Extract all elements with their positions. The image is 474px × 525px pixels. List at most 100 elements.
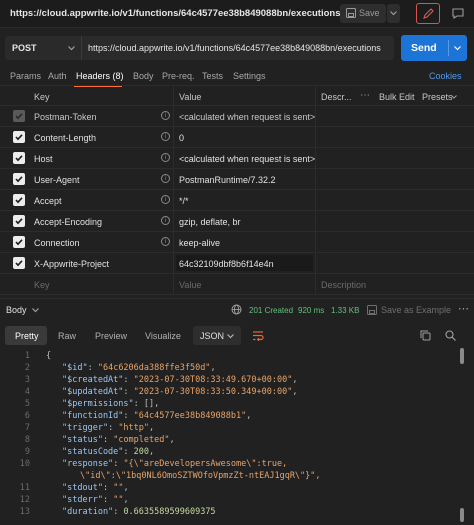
bulk-edit-button[interactable]: Bulk Edit xyxy=(379,92,415,102)
json-value: "http" xyxy=(118,423,150,433)
tab-pre-request[interactable]: Pre-req. xyxy=(162,71,195,81)
header-value[interactable]: <calculated when request is sent> xyxy=(179,112,315,122)
column-divider xyxy=(173,211,174,232)
json-tail: , xyxy=(210,363,216,373)
view-preview-tab[interactable]: Preview xyxy=(88,326,132,345)
chevron-down-icon[interactable] xyxy=(454,46,461,51)
code-line: "$permissions": [], xyxy=(62,399,160,409)
check-icon xyxy=(15,134,23,141)
tab-headers[interactable]: Headers (8) xyxy=(76,71,124,81)
row-checkbox[interactable] xyxy=(13,236,25,248)
response-time[interactable]: 920 ms xyxy=(298,306,324,315)
row-checkbox[interactable] xyxy=(13,173,25,185)
info-icon[interactable]: i xyxy=(161,237,170,246)
format-select[interactable]: JSON xyxy=(193,326,241,345)
chevron-down-icon[interactable] xyxy=(32,308,39,313)
search-icon[interactable] xyxy=(445,330,456,341)
send-button[interactable]: Send xyxy=(401,35,467,61)
json-key: "$permissions" xyxy=(62,399,134,409)
row-checkbox[interactable] xyxy=(13,131,25,143)
info-icon[interactable]: i xyxy=(161,132,170,141)
header-key[interactable]: Accept-Encoding xyxy=(34,217,102,227)
header-key[interactable]: Postman-Token xyxy=(34,112,97,122)
tab-body[interactable]: Body xyxy=(133,71,154,81)
comments-button[interactable] xyxy=(446,3,470,24)
row-checkbox[interactable] xyxy=(13,215,25,227)
table-row: Accept-Encoding i gzip, deflate, br xyxy=(0,211,474,232)
globe-icon[interactable] xyxy=(231,304,242,315)
header-value[interactable]: <calculated when request is sent> xyxy=(179,154,315,164)
info-icon[interactable]: i xyxy=(161,111,170,120)
more-options-icon[interactable]: ⋯ xyxy=(458,302,469,315)
tab-auth[interactable]: Auth xyxy=(48,71,67,81)
save-button[interactable]: Save xyxy=(340,4,386,23)
tab-tests[interactable]: Tests xyxy=(202,71,223,81)
cookies-link[interactable]: Cookies xyxy=(429,71,462,81)
column-divider xyxy=(315,274,316,295)
header-key[interactable]: Accept xyxy=(34,196,62,206)
url-input[interactable]: https://cloud.appwrite.io/v1/functions/6… xyxy=(81,36,394,60)
info-icon[interactable]: i xyxy=(161,174,170,183)
view-raw-tab[interactable]: Raw xyxy=(50,326,82,345)
table-row: Content-Length i 0 xyxy=(0,127,474,148)
header-value[interactable]: 0 xyxy=(179,133,184,143)
save-as-example-button[interactable]: Save as Example xyxy=(381,305,451,315)
column-divider xyxy=(315,169,316,190)
column-divider xyxy=(315,190,316,211)
save-options-button[interactable] xyxy=(387,4,400,23)
scrollbar-thumb[interactable] xyxy=(460,348,464,364)
row-checkbox[interactable] xyxy=(13,257,25,269)
edit-button[interactable] xyxy=(416,3,440,24)
tab-settings[interactable]: Settings xyxy=(233,71,266,81)
new-description-input[interactable]: Description xyxy=(321,280,366,290)
info-icon[interactable]: i xyxy=(161,195,170,204)
row-checkbox[interactable] xyxy=(13,194,25,206)
header-key[interactable]: X-Appwrite-Project xyxy=(34,259,109,269)
view-label: Raw xyxy=(58,331,77,341)
response-body-label[interactable]: Body xyxy=(6,305,27,315)
new-value-input[interactable]: Value xyxy=(179,280,201,290)
scrollbar-thumb[interactable] xyxy=(460,508,464,522)
request-title[interactable]: https://cloud.appwrite.io/v1/functions/6… xyxy=(10,8,341,19)
header-key[interactable]: Connection xyxy=(34,238,80,248)
header-key[interactable]: User-Agent xyxy=(34,175,80,185)
view-visualize-tab[interactable]: Visualize xyxy=(138,326,186,345)
view-pretty-tab[interactable]: Pretty xyxy=(5,326,47,345)
response-body-code[interactable]: 1 { 2 "$id": "64c6206da388ffe3f50d", 3 "… xyxy=(0,348,474,525)
header-value[interactable]: PostmanRuntime/7.32.2 xyxy=(179,175,276,185)
json-value: "2023-07-30T08:33:50.349+00:00" xyxy=(133,387,293,397)
json-tail: , xyxy=(292,387,298,397)
info-icon[interactable]: i xyxy=(161,153,170,162)
header-key[interactable]: Content-Length xyxy=(34,133,96,143)
status-badge[interactable]: 201 Created xyxy=(249,306,293,315)
info-icon[interactable]: i xyxy=(161,216,170,225)
header-value[interactable]: gzip, deflate, br xyxy=(179,217,241,227)
new-key-input[interactable]: Key xyxy=(34,280,50,290)
presets-dropdown[interactable]: Presets xyxy=(422,92,453,102)
line-number: 4 xyxy=(24,387,30,397)
more-options-icon[interactable]: ⋯ xyxy=(360,90,370,101)
header-key[interactable]: Host xyxy=(34,154,53,164)
row-checkbox[interactable] xyxy=(13,110,25,122)
code-line: "stdout": "", xyxy=(62,483,129,493)
tab-params[interactable]: Params xyxy=(10,71,41,81)
response-size[interactable]: 1.33 KB xyxy=(331,306,359,315)
code-line: "status": "completed", xyxy=(62,435,175,445)
col-key-header: Key xyxy=(34,92,50,102)
line-number: 12 xyxy=(19,495,30,505)
copy-icon[interactable] xyxy=(420,330,431,341)
header-value[interactable]: 64c32109dbf8b6f14e4n xyxy=(179,259,274,269)
code-line: "trigger": "http", xyxy=(62,423,155,433)
json-value: [] xyxy=(143,399,155,409)
column-divider xyxy=(315,127,316,148)
wrap-lines-button[interactable] xyxy=(248,326,268,345)
code-line-continuation: \"id\":\"1bq0NL6OmoSZTWOfoVpmzZt-ntEAJ1g… xyxy=(80,471,321,481)
header-value[interactable]: keep-alive xyxy=(179,238,220,248)
json-key: "stdout" xyxy=(62,483,103,493)
method-select[interactable]: POST xyxy=(5,36,81,60)
code-line: "response": "{\"areDevelopersAwesome\":t… xyxy=(62,459,288,469)
row-checkbox[interactable] xyxy=(13,152,25,164)
code-line: "$updatedAt": "2023-07-30T08:33:50.349+0… xyxy=(62,387,298,397)
header-value[interactable]: */* xyxy=(179,196,189,206)
json-value: 0.6635589599609375 xyxy=(123,507,216,517)
